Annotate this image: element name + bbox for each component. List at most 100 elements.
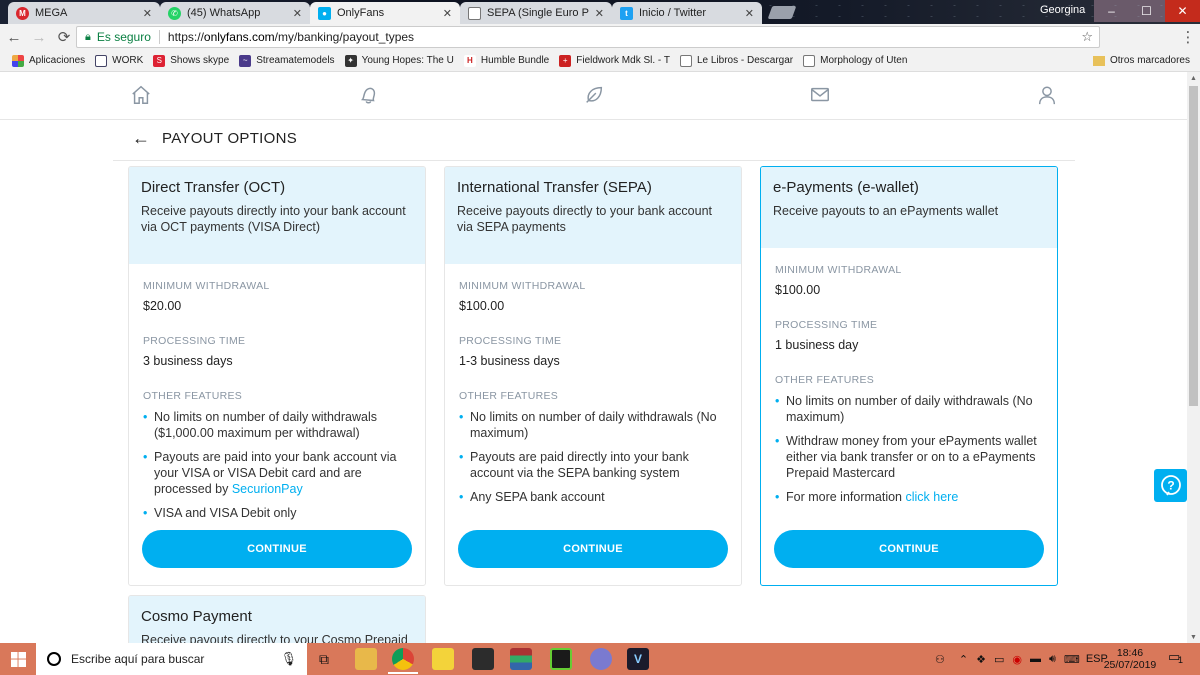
payout-option-sepa[interactable]: International Transfer (SEPA) Receive pa… (444, 166, 742, 586)
network-icon[interactable]: ◉ (1012, 653, 1022, 666)
divider (113, 160, 1075, 161)
page-scrollbar[interactable]: ▲ ▼ (1187, 72, 1200, 643)
skype-icon: S (153, 54, 166, 67)
address-bar[interactable]: 🔒︎ Es seguro https://onlyfans.com/my/ban… (76, 26, 1100, 48)
task-view-icon[interactable]: ⧉ (313, 648, 335, 670)
card-title: e-Payments (e-wallet) (773, 179, 919, 196)
other-features-label: OTHER FEATURES (143, 390, 243, 402)
keyboard-icon[interactable]: ⌨ (1064, 653, 1080, 666)
minimum-withdrawal-value: $100.00 (459, 299, 505, 313)
bookmark-young-hopes[interactable]: ✦ Young Hopes: The U (344, 54, 454, 67)
securionpay-link[interactable]: SecurionPay (232, 482, 303, 496)
tab-whatsapp[interactable]: ✆ (45) WhatsApp ✕ (160, 2, 310, 24)
browser-toolbar: ← → ⟳ 🔒︎ Es seguro https://onlyfans.com/… (0, 24, 1200, 69)
feature-item: Payouts are paid into your bank account … (143, 449, 411, 497)
scroll-up-icon[interactable]: ▲ (1187, 72, 1200, 84)
file-explorer-icon[interactable] (355, 648, 377, 670)
click-here-link[interactable]: click here (905, 490, 958, 504)
winrar-icon[interactable] (510, 648, 532, 670)
tab-title: MEGA (35, 7, 68, 19)
other-features-label: OTHER FEATURES (775, 374, 875, 386)
bookmark-work[interactable]: WORK (95, 54, 144, 67)
feather-icon[interactable] (583, 84, 605, 106)
whatsapp-icon: ✆ (168, 6, 181, 20)
dropbox-icon[interactable]: ❖ (976, 653, 986, 666)
feature-text: For more information (786, 490, 906, 504)
bookmark-shows-skype[interactable]: S Shows skype (153, 54, 229, 67)
chrome-icon[interactable] (392, 648, 414, 670)
volume-icon[interactable]: 🔊︎ (1049, 653, 1056, 666)
tab-sepa[interactable]: SEPA (Single Euro Payme ✕ (460, 2, 612, 24)
tab-onlyfans[interactable]: ● OnlyFans ✕ (310, 2, 460, 24)
payout-option-cosmo[interactable]: Cosmo Payment Receive payouts directly t… (128, 595, 426, 643)
forward-arrow-icon[interactable]: → (28, 26, 50, 48)
maximize-icon[interactable]: ☐ (1129, 0, 1164, 22)
close-window-icon[interactable]: ✕ (1165, 0, 1200, 22)
continue-button[interactable]: CONTINUE (774, 530, 1044, 568)
back-arrow-icon[interactable]: ← (132, 128, 150, 149)
card-header: Cosmo Payment Receive payouts directly t… (129, 596, 425, 643)
feature-item: No limits on number of daily withdrawals… (143, 409, 411, 441)
scrollbar-thumb[interactable] (1189, 86, 1198, 406)
battery-icon[interactable]: ▭ (994, 653, 1004, 666)
bookmark-label: Streamatemodels (256, 55, 335, 66)
taskbar-search[interactable]: Escribe aquí para buscar 🎙︎ (36, 643, 307, 675)
continue-button[interactable]: CONTINUE (142, 530, 412, 568)
divider (158, 30, 160, 44)
continue-button[interactable]: CONTINUE (458, 530, 728, 568)
close-icon[interactable]: ✕ (443, 7, 452, 20)
bookmark-fieldwork[interactable]: + Fieldwork Mdk Sl. - T (559, 54, 670, 67)
app-icon[interactable]: V (627, 648, 649, 670)
other-bookmarks-label: Otros marcadores (1109, 55, 1190, 66)
sticky-notes-icon[interactable] (432, 648, 454, 670)
close-icon[interactable]: ✕ (745, 7, 754, 20)
feature-item: Withdraw money from your ePayments walle… (775, 433, 1043, 481)
payout-option-epayments[interactable]: e-Payments (e-wallet) Receive payouts to… (760, 166, 1058, 586)
bookmark-morphology[interactable]: Morphology of Uten (803, 54, 907, 67)
app-icon[interactable] (590, 648, 612, 670)
help-question-icon: ? (1160, 474, 1181, 495)
processing-time-value: 1 business day (775, 338, 859, 352)
new-tab-button[interactable] (767, 6, 797, 19)
action-center-icon[interactable]: ▭ 1 (1168, 649, 1186, 667)
scroll-down-icon[interactable]: ▼ (1187, 631, 1200, 643)
app-icon[interactable] (550, 648, 572, 670)
messages-icon[interactable] (809, 84, 831, 106)
mega-icon: M (16, 6, 29, 20)
help-button[interactable]: ? (1154, 469, 1187, 502)
profile-name[interactable]: Georgina (1040, 4, 1085, 16)
close-icon[interactable]: ✕ (293, 7, 302, 20)
bookmark-streamate[interactable]: ~ Streamatemodels (239, 54, 335, 67)
tab-title: (45) WhatsApp (187, 7, 261, 19)
bookmark-star-icon[interactable]: ☆ (1081, 29, 1093, 45)
tab-twitter[interactable]: t Inicio / Twitter ✕ (612, 2, 762, 24)
bookmark-le-libros[interactable]: Le Libros - Descargar (679, 54, 793, 67)
app-icon[interactable] (472, 648, 494, 670)
system-clock[interactable]: 18:46 25/07/2019 (1100, 647, 1160, 671)
people-icon[interactable]: ⚇ (935, 653, 945, 666)
home-icon[interactable] (130, 84, 152, 106)
bookmark-icon: ✦ (344, 54, 357, 67)
profile-icon[interactable] (1036, 84, 1058, 106)
close-icon[interactable]: ✕ (143, 7, 152, 20)
menu-icon[interactable]: ⋮ (1177, 26, 1199, 48)
bookmark-label: WORK (112, 55, 144, 66)
windows-start-icon[interactable] (0, 643, 36, 675)
close-icon[interactable]: ✕ (595, 7, 604, 20)
minimize-icon[interactable]: – (1094, 0, 1129, 22)
bookmark-apps[interactable]: Aplicaciones (12, 54, 85, 67)
bookmark-humble[interactable]: H Humble Bundle (463, 54, 550, 67)
clock-date: 25/07/2019 (1103, 659, 1157, 671)
back-arrow-icon[interactable]: ← (3, 26, 25, 48)
microphone-icon[interactable]: 🎙︎ (280, 651, 297, 667)
bookmark-label: Humble Bundle (480, 55, 550, 66)
card-description: Receive payouts to an ePayments wallet (773, 204, 999, 218)
notifications-bell-icon[interactable] (357, 84, 379, 106)
show-hidden-icons[interactable]: ⌃ (959, 653, 968, 666)
other-bookmarks[interactable]: Otros marcadores (1092, 55, 1190, 66)
storage-icon[interactable]: ▬ (1030, 653, 1041, 665)
reload-icon[interactable]: ⟳ (53, 26, 75, 48)
tab-mega[interactable]: M MEGA ✕ (8, 2, 160, 24)
payout-option-oct[interactable]: Direct Transfer (OCT) Receive payouts di… (128, 166, 426, 586)
card-body: MINIMUM WITHDRAWAL $100.00 PROCESSING TI… (445, 264, 741, 505)
